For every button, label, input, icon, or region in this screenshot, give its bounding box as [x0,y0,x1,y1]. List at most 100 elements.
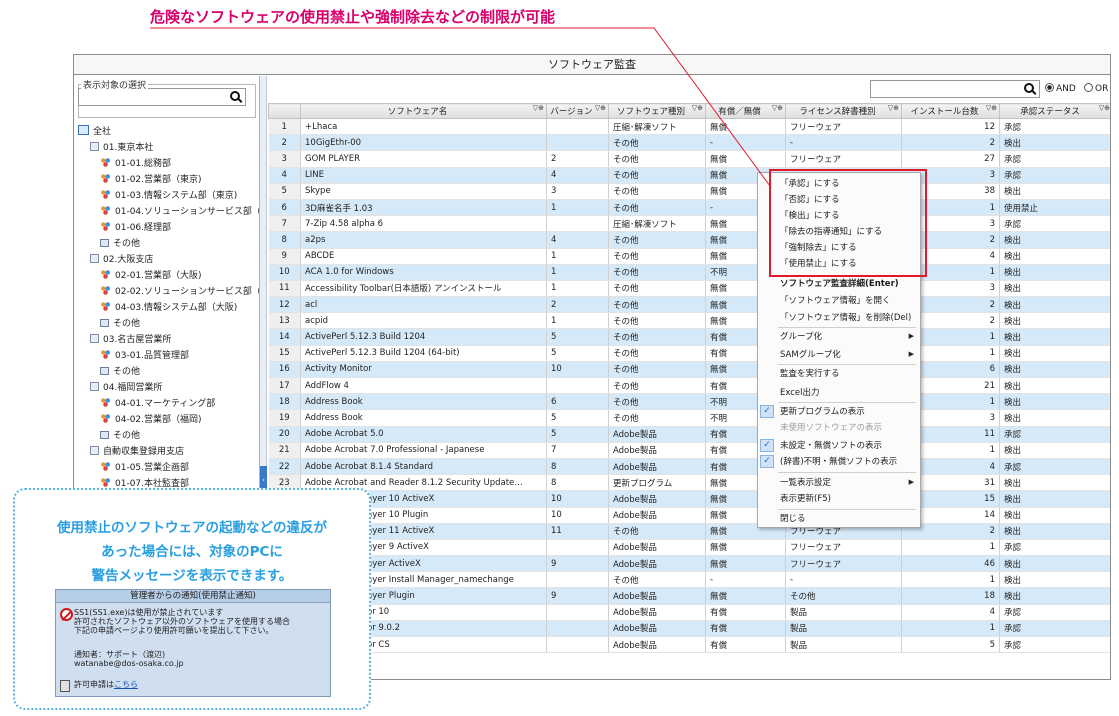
tree-node[interactable]: 02-02.ソリューションサービス部（ [100,285,259,300]
status-actions-highlight [769,169,927,277]
context-menu-item[interactable]: 監査を実行する [780,367,840,381]
table-row[interactable]: 7 7-Zip 4.58 alpha 6 圧縮･解凍ソフト 無償 3 承認 [268,215,1110,233]
table-cell: 検出 [999,361,1110,379]
tree-node-label: 04-01.マーケティング部 [115,399,216,409]
table-row[interactable]: 33Adobe Illustrator CSAdobe製品有償製品5承認 [268,636,1110,654]
filter-icon[interactable]: ▽⊕ [692,105,703,113]
context-menu-item[interactable]: 未使用ソフトウェアの表示 [780,421,882,435]
table-row[interactable]: 16 Activity Monitor 10 その他 無償 6 検出 [268,361,1110,379]
row-number: 20 [268,426,301,443]
table-row[interactable]: 31Adobe Illustrator 10Adobe製品有償製品4承認 [268,604,1110,621]
column-header[interactable]: ソフトウェア名 ▽⊕ [300,103,547,119]
or-radio[interactable]: OR [1084,83,1108,94]
tree-node[interactable]: 01.東京本社 [90,141,153,156]
table-row[interactable]: 26Adobe Flash Player 11 ActiveX11その他無償フリ… [268,523,1110,540]
table-row[interactable]: 28Adobe Flash Player ActiveX9Adobe製品無償フリ… [268,555,1110,573]
tree-node[interactable]: 01-05.営業企画部 [100,461,189,476]
context-menu-item[interactable]: 一覧表示設定 [780,476,831,490]
row-number-header[interactable] [268,103,301,119]
tree-node[interactable]: 01-01.総務部 [100,157,171,172]
and-radio[interactable]: AND [1045,83,1076,94]
context-menu-item[interactable]: 更新プログラムの表示 [780,405,865,419]
table-row[interactable]: 5 Skype 3 その他 無償 38 検出 [268,183,1110,200]
tree-node[interactable]: 03.名古屋営業所 [90,333,171,348]
table-row[interactable]: 18 Address Book 6 その他 不明 1 検出 [268,393,1110,411]
table-row[interactable]: 23 Adobe Acrobat and Reader 8.1.2 Securit… [268,474,1110,492]
column-header[interactable]: ライセンス辞書種別 ▽⊕ [785,103,902,119]
table-row[interactable]: 9 ABCDE 1 その他 無償 4 検出 [268,248,1110,265]
tree-node[interactable]: 自動収集登録用支店 [90,445,184,460]
filter-icon[interactable]: ▽⊕ [888,105,899,113]
search-icon[interactable] [230,91,240,101]
table-row[interactable]: 24Adobe Flash Player 10 ActiveX10Adobe製品… [268,490,1110,508]
table-row[interactable]: 20 Adobe Acrobat 5.0 5 Adobe製品 有償 11 承認 [268,426,1110,443]
search-icon[interactable] [1024,83,1034,93]
tree-node[interactable]: 全社 [78,125,111,140]
column-header[interactable]: 承認ステータス ▽⊕ [999,103,1110,119]
table-cell: その他 [608,280,706,298]
table-row[interactable]: 6 3D麻雀名手 1.03 1 その他 -1 使用禁止 [268,199,1110,217]
column-header[interactable]: ソフトウェア種別 ▽⊕ [608,103,706,119]
table-row[interactable]: 29Adobe Flash Player Install Manager_nam… [268,571,1110,589]
tree-node[interactable]: 02.大阪支店 [90,253,153,268]
tree-node[interactable]: その他 [100,317,140,332]
tree-node[interactable]: 04-03.情報システム部（大阪) [100,301,237,316]
column-header[interactable]: バージョン ▽⊕ [546,103,609,119]
tree-node[interactable]: その他 [100,429,140,444]
tree-node-label: 02-01.営業部（大阪) [115,271,202,281]
tree-node[interactable]: その他 [100,365,140,380]
table-cell: Adobe製品 [608,636,706,654]
context-menu-item[interactable]: 「ソフトウェア情報」を開く [780,294,891,308]
context-menu-item[interactable]: Excel出力 [780,386,820,400]
filter-icon[interactable]: ▽⊕ [986,105,997,113]
column-header[interactable]: 有償／無償 ▽⊕ [705,103,786,119]
table-row[interactable]: 8 a2ps 4 その他 無償 2 検出 [268,231,1110,249]
tree-node[interactable]: 01-02.営業部（東京) [100,173,202,188]
table-row[interactable]: 30Adobe Flash Player Plugin9Adobe製品無償その他… [268,587,1110,605]
tree-node[interactable]: 03-01.品質管理部 [100,349,189,364]
column-header[interactable]: インストール台数 ▽⊕ [901,103,1000,119]
context-menu-item[interactable]: 未設定・無償ソフトの表示 [780,439,882,453]
context-menu-item[interactable]: (辞書)不明・無償ソフトの表示 [780,455,897,469]
context-menu-item[interactable]: 「ソフトウェア情報」を削除(Del) [780,311,911,325]
trash-icon[interactable] [60,680,70,692]
context-menu-item[interactable]: SAMグループ化 [780,348,841,362]
table-row[interactable]: 14 ActivePerl 5.12.3 Build 1204 5 その他 有償 1 検出 [268,328,1110,346]
tree-node[interactable]: 04.福岡営業所 [90,381,162,396]
tree-node[interactable]: 01-06.経理部 [100,221,171,236]
table-row[interactable]: 27Adobe Flash Player 9 ActiveXAdobe製品無償フ… [268,539,1110,557]
table-row[interactable]: 4 LINE 4 その他 無償 3 承認 [268,167,1110,184]
table-row[interactable]: 3 GOM PLAYER 2 その他 無償 フリーウェア 27 承認 [268,150,1110,168]
table-row[interactable]: 17 AddFlow 4 その他 有償 21 検出 [268,377,1110,395]
filter-icon[interactable]: ▽⊕ [533,105,544,113]
table-row[interactable]: 11 Accessibility Toolbar(日本語版) アンインストール 1 そ… [268,280,1110,298]
table-row[interactable]: 22 Adobe Acrobat 8.1.4 Standard 8 Adobe製品 有償… [268,458,1110,476]
table-row[interactable]: 12 acl 2 その他 無償 2 検出 [268,296,1110,314]
context-menu-item[interactable]: グループ化 [780,330,822,344]
tree-node[interactable]: 01-04.ソリューションサービス部（ [100,205,259,220]
table-row[interactable]: 1 +Lhaca 圧縮･解凍ソフト 無償 フリーウェア 12 承認 [268,118,1110,136]
table-row[interactable]: 15 ActivePerl 5.12.3 Build 1204 (64-bit) 5… [268,345,1110,362]
filter-icon[interactable]: ▽⊕ [772,105,783,113]
apply-link[interactable]: こちら [114,680,138,689]
table-row[interactable]: 13 acpid 1 その他 無償 2 検出 [268,312,1110,330]
tree-node[interactable]: 02-01.営業部（大阪) [100,269,202,284]
filter-icon[interactable]: ▽⊕ [595,105,606,113]
software-search-input[interactable] [870,80,1040,98]
tree-node[interactable]: 04-02.営業部（福岡) [100,413,202,428]
table-row[interactable]: 25Adobe Flash Player 10 Plugin10Adobe製品無… [268,507,1110,524]
tree-node[interactable]: 01-03.情報システム部（東京) [100,189,237,204]
table-row[interactable]: 19 Address Book 5 その他 不明 3 検出 [268,409,1110,427]
filter-icon[interactable]: ▽⊕ [1099,105,1110,113]
notice-title: 管理者からの通知(使用禁止通知) [56,590,330,603]
table-cell: その他 [608,361,706,379]
context-menu-item[interactable]: ソフトウェア監査詳細(Enter) [780,277,899,291]
context-menu-item[interactable]: 表示更新(F5) [780,492,831,506]
table-row[interactable]: 21 Adobe Acrobat 7.0 Professional - Japan… [268,442,1110,459]
table-row[interactable]: 32Adobe Illustrator 9.0.2Adobe製品有償製品1承認 [268,620,1110,638]
table-row[interactable]: 2 10GigEthr-00 その他 - -2 検出 [268,134,1110,152]
tree-node[interactable]: 04-01.マーケティング部 [100,397,215,412]
table-row[interactable]: 10 ACA 1.0 for Windows 1 その他 不明 1 検出 [268,264,1110,281]
tree-node[interactable]: その他 [100,237,140,252]
context-menu-item[interactable]: 閉じる [780,512,806,526]
